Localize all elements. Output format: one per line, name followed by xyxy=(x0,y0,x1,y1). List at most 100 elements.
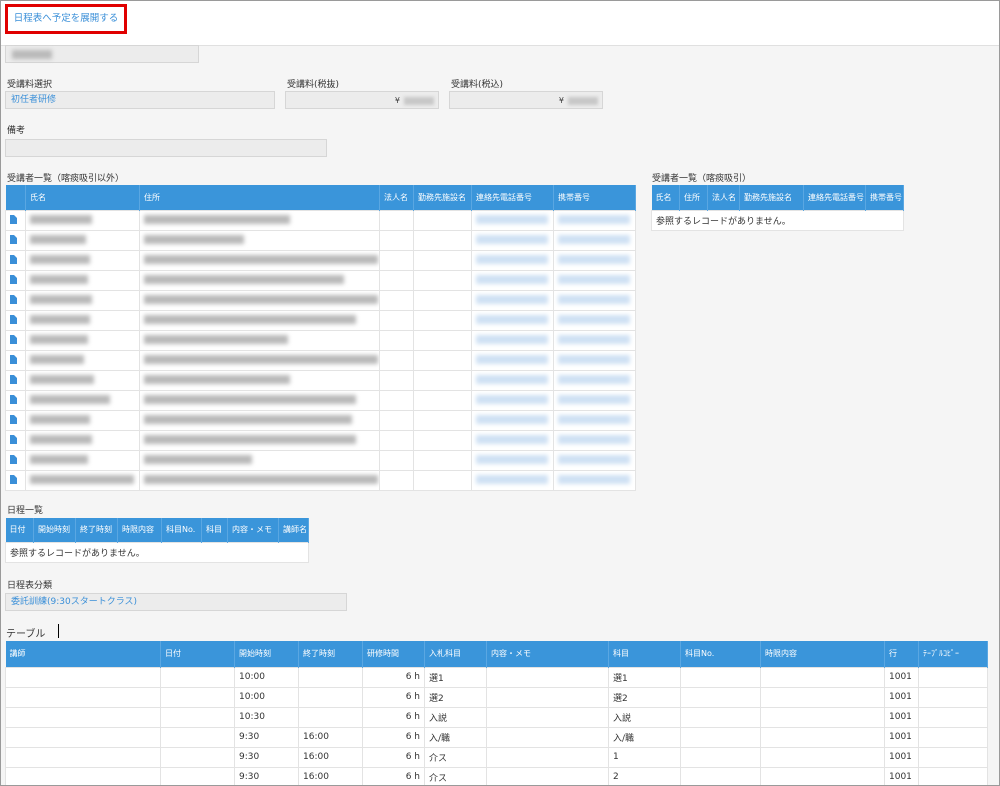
header-contact-phone[interactable]: 連絡先電話番号 xyxy=(803,185,866,210)
cell-end-time[interactable] xyxy=(298,686,363,708)
fee-incl-tax-field[interactable]: ¥ xyxy=(449,91,603,109)
document-icon[interactable] xyxy=(10,395,17,404)
header-table-copy[interactable]: ﾃｰﾌﾞﾙｺﾋﾟｰ xyxy=(918,641,988,667)
cell-training-hours[interactable]: 6 h xyxy=(362,766,425,785)
header-instructor[interactable]: 講師名 xyxy=(278,518,309,542)
cell-subject[interactable]: 2 xyxy=(608,766,681,785)
document-icon[interactable] xyxy=(10,335,17,344)
header-row[interactable]: 行 xyxy=(884,641,919,667)
table-row[interactable] xyxy=(5,429,636,451)
header-name[interactable]: 氏名 xyxy=(651,185,680,210)
document-icon[interactable] xyxy=(10,215,17,224)
header-bid-subject[interactable]: 入札科目 xyxy=(424,641,487,667)
fee-excl-tax-field[interactable]: ¥ xyxy=(285,91,439,109)
cell-subject[interactable]: 1 xyxy=(608,746,681,768)
document-icon[interactable] xyxy=(10,355,17,364)
cell-end-time[interactable]: 16:00 xyxy=(298,726,363,748)
cell-training-hours[interactable]: 6 h xyxy=(362,686,425,708)
cell-row[interactable]: 1001 xyxy=(884,666,919,688)
table-row[interactable] xyxy=(5,209,636,231)
header-end-time[interactable]: 終了時刻 xyxy=(298,641,363,667)
header-period-content[interactable]: 時限内容 xyxy=(760,641,885,667)
header-address[interactable]: 住所 xyxy=(679,185,708,210)
table-row[interactable] xyxy=(5,289,636,311)
table-row[interactable]: 9:30 16:00 6 h 入/職 入/職 1001 xyxy=(5,726,988,748)
cell-start-time[interactable]: 10:30 xyxy=(234,706,299,728)
cell-bid-subject[interactable]: 選2 xyxy=(424,686,487,708)
course-fee-select-field[interactable]: 初任者研修 xyxy=(5,91,275,109)
header-mobile[interactable]: 携帯番号 xyxy=(553,185,636,210)
header-subject-no[interactable]: 科目No. xyxy=(161,518,202,542)
header-subject[interactable]: 科目 xyxy=(608,641,681,667)
cell-start-time[interactable]: 10:00 xyxy=(234,686,299,708)
cell-end-time[interactable] xyxy=(298,706,363,728)
header-period-content[interactable]: 時限内容 xyxy=(117,518,162,542)
table-row[interactable] xyxy=(5,369,636,391)
header-mobile[interactable]: 携帯番号 xyxy=(865,185,904,210)
cell-row[interactable]: 1001 xyxy=(884,726,919,748)
header-workplace[interactable]: 勤務先施設名 xyxy=(739,185,804,210)
table-row[interactable]: 10:00 6 h 選1 選1 1001 xyxy=(5,666,988,688)
header-corporation[interactable]: 法人名 xyxy=(707,185,740,210)
cell-bid-subject[interactable]: 選1 xyxy=(424,666,487,688)
header-address[interactable]: 住所 xyxy=(139,185,380,210)
cell-bid-subject[interactable]: 入説 xyxy=(424,706,487,728)
cell-end-time[interactable]: 16:00 xyxy=(298,746,363,768)
document-icon[interactable] xyxy=(10,455,17,464)
cell-start-time[interactable]: 9:30 xyxy=(234,746,299,768)
document-icon[interactable] xyxy=(10,435,17,444)
table-row[interactable] xyxy=(5,269,636,291)
header-date[interactable]: 日付 xyxy=(5,518,34,542)
document-icon[interactable] xyxy=(10,295,17,304)
header-subject-no[interactable]: 科目No. xyxy=(680,641,761,667)
table-row[interactable]: 10:00 6 h 選2 選2 1001 xyxy=(5,686,988,708)
document-icon[interactable] xyxy=(10,375,17,384)
cell-start-time[interactable]: 9:30 xyxy=(234,726,299,748)
document-icon[interactable] xyxy=(10,415,17,424)
header-end-time[interactable]: 終了時刻 xyxy=(75,518,118,542)
document-icon[interactable] xyxy=(10,275,17,284)
table-row[interactable] xyxy=(5,349,636,371)
header-contact-phone[interactable]: 連絡先電話番号 xyxy=(471,185,554,210)
table-row[interactable] xyxy=(5,229,636,251)
table-row[interactable]: 9:30 16:00 6 h 介ス 1 1001 xyxy=(5,746,988,768)
header-workplace[interactable]: 勤務先施設名 xyxy=(413,185,472,210)
cell-bid-subject[interactable]: 介ス xyxy=(424,746,487,768)
document-icon[interactable] xyxy=(10,315,17,324)
table-row[interactable]: 9:30 16:00 6 h 介ス 2 1001 xyxy=(5,766,988,785)
course-name-field[interactable] xyxy=(5,45,199,63)
document-icon[interactable] xyxy=(10,235,17,244)
remarks-field[interactable] xyxy=(5,139,327,157)
table-row[interactable] xyxy=(5,389,636,411)
cell-start-time[interactable]: 9:30 xyxy=(234,766,299,785)
table-row[interactable]: 10:30 6 h 入説 入説 1001 xyxy=(5,706,988,728)
expand-to-schedule-button[interactable]: 日程表へ予定を展開する xyxy=(5,4,127,34)
cell-end-time[interactable]: 16:00 xyxy=(298,766,363,785)
cell-subject[interactable]: 選2 xyxy=(608,686,681,708)
table-row[interactable] xyxy=(5,449,636,471)
cell-bid-subject[interactable]: 入/職 xyxy=(424,726,487,748)
cell-training-hours[interactable]: 6 h xyxy=(362,706,425,728)
cell-row[interactable]: 1001 xyxy=(884,686,919,708)
header-date[interactable]: 日付 xyxy=(160,641,235,667)
document-icon[interactable] xyxy=(10,255,17,264)
header-training-hours[interactable]: 研修時間 xyxy=(362,641,425,667)
cell-training-hours[interactable]: 6 h xyxy=(362,726,425,748)
schedule-class-field[interactable]: 委託訓練(9:30スタートクラス) xyxy=(5,593,347,611)
cell-row[interactable]: 1001 xyxy=(884,746,919,768)
document-icon[interactable] xyxy=(10,475,17,484)
header-instructor[interactable]: 講師 xyxy=(5,641,161,667)
cell-start-time[interactable]: 10:00 xyxy=(234,666,299,688)
table-row[interactable] xyxy=(5,409,636,431)
header-corporation[interactable]: 法人名 xyxy=(379,185,414,210)
table-row[interactable] xyxy=(5,249,636,271)
table-row[interactable] xyxy=(5,309,636,331)
header-start-time[interactable]: 開始時刻 xyxy=(234,641,299,667)
header-memo[interactable]: 内容・メモ xyxy=(486,641,609,667)
cell-subject[interactable]: 選1 xyxy=(608,666,681,688)
cell-subject[interactable]: 入/職 xyxy=(608,726,681,748)
table-row[interactable] xyxy=(5,469,636,491)
header-memo[interactable]: 内容・メモ xyxy=(227,518,279,542)
cell-end-time[interactable] xyxy=(298,666,363,688)
header-subject[interactable]: 科目 xyxy=(201,518,228,542)
